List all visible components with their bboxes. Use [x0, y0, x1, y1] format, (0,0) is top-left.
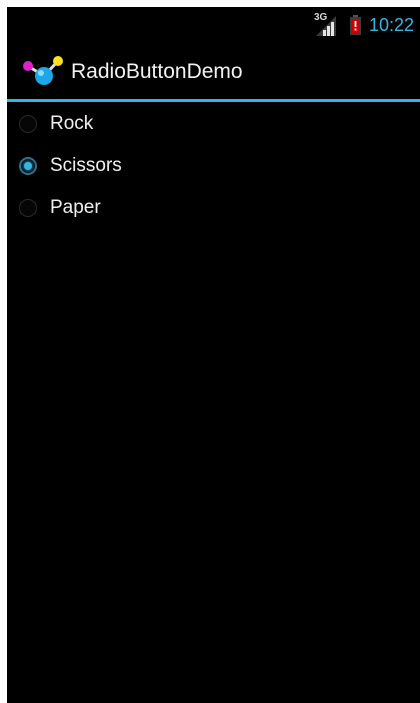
- status-bar: 3G 10:22: [7, 7, 420, 44]
- status-clock: 10:22: [369, 15, 415, 35]
- radio-label: Rock: [50, 113, 94, 134]
- radio-button-unchecked[interactable]: [19, 115, 37, 133]
- signal-icon: [316, 16, 336, 36]
- radio-label: Paper: [50, 197, 101, 218]
- battery-alert-icon: [350, 15, 361, 35]
- radio-button-checked[interactable]: [19, 157, 37, 175]
- phone-screen: 3G 10:22 RadioButtonDemo Rock Scissors P…: [7, 7, 420, 703]
- app-icon[interactable]: [20, 54, 64, 88]
- action-bar-divider: [7, 99, 420, 102]
- app-title: RadioButtonDemo: [71, 60, 243, 83]
- radio-button-unchecked[interactable]: [19, 199, 37, 217]
- radio-option-paper[interactable]: Paper: [7, 187, 420, 229]
- action-bar: RadioButtonDemo: [7, 44, 420, 99]
- radio-option-scissors[interactable]: Scissors: [7, 145, 420, 187]
- radio-option-rock[interactable]: Rock: [7, 103, 420, 145]
- radio-label: Scissors: [50, 155, 122, 176]
- radio-selected-dot: [24, 162, 32, 170]
